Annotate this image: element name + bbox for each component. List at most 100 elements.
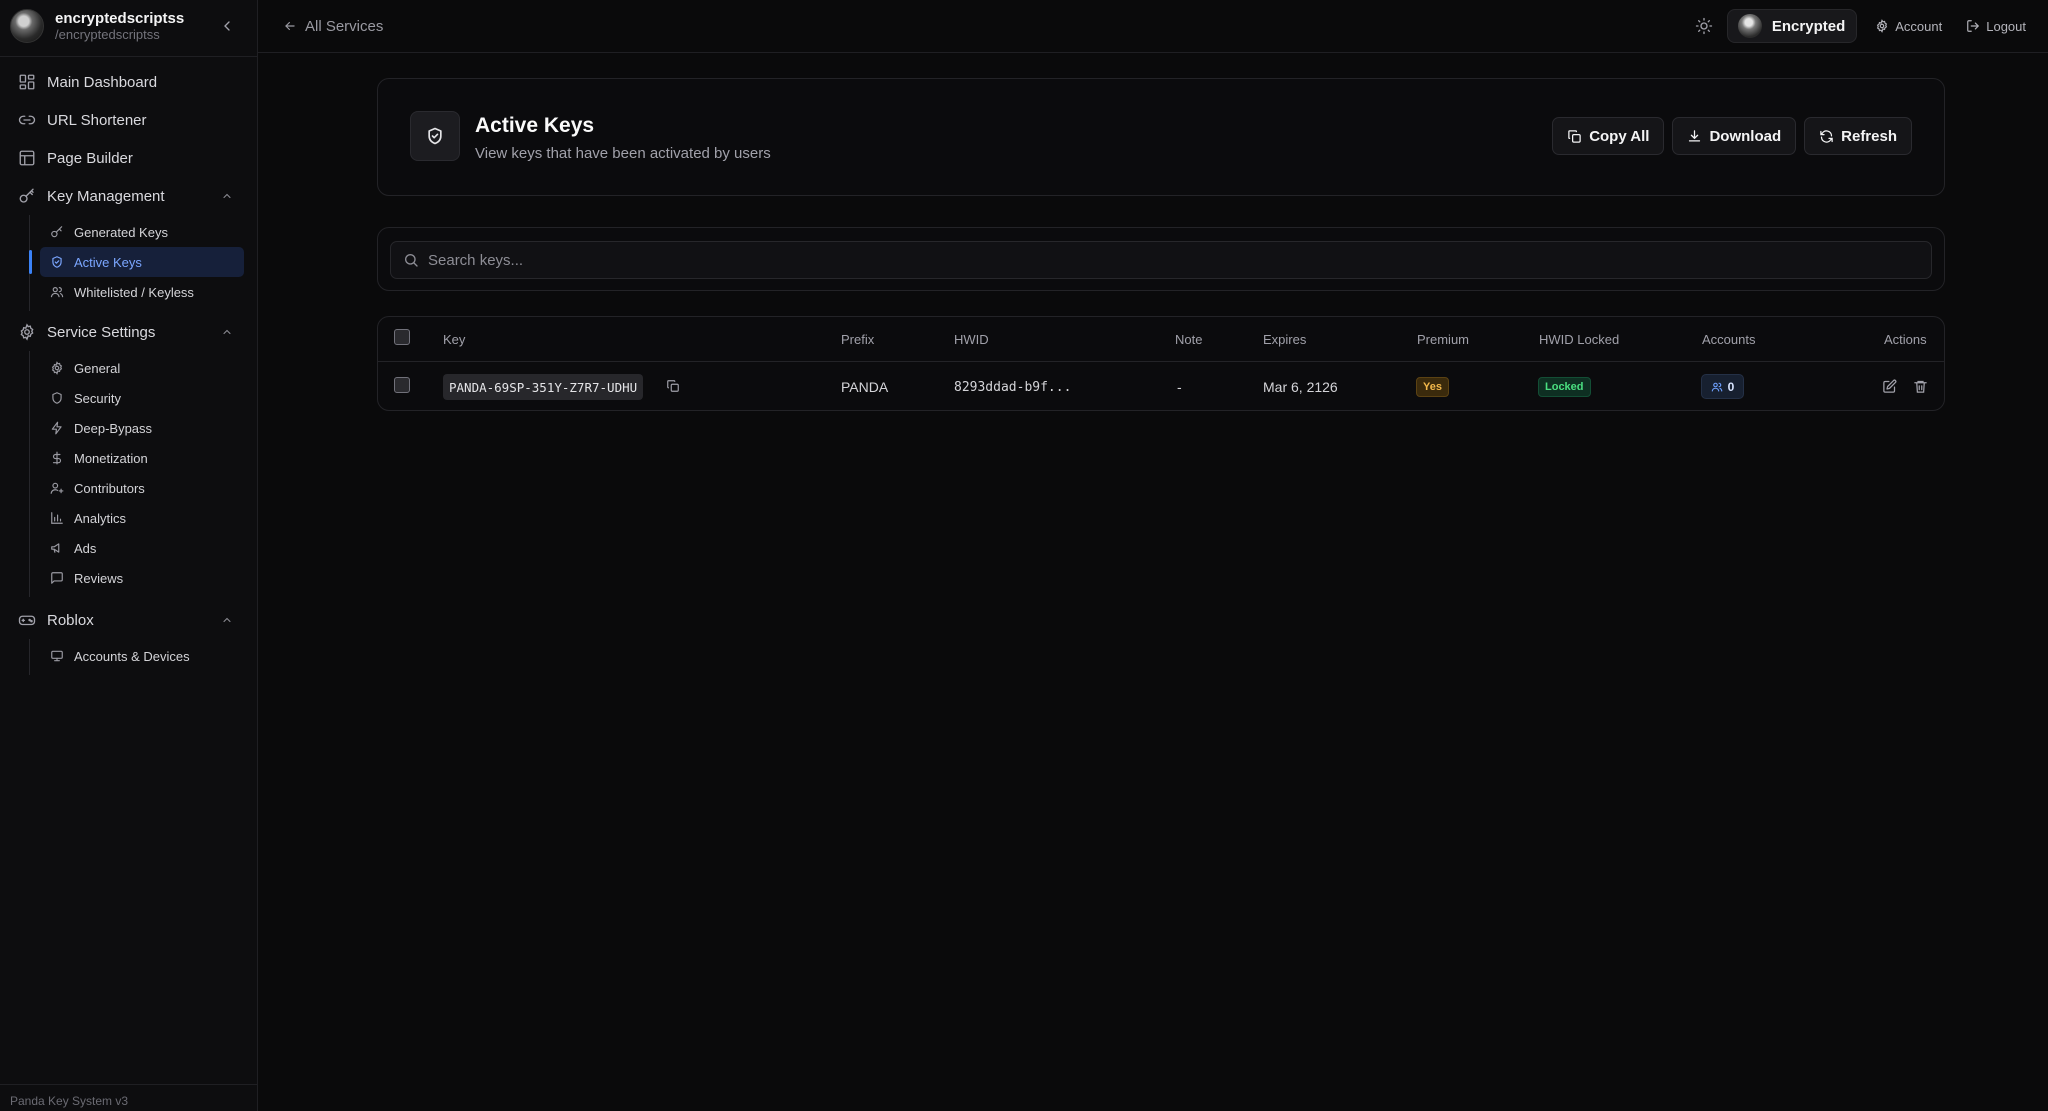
layout-icon bbox=[18, 149, 36, 167]
message-square-icon bbox=[50, 571, 64, 585]
logout-link-label: Logout bbox=[1986, 18, 2026, 34]
chevron-up-icon[interactable] bbox=[221, 614, 233, 626]
column-header-prefix: Prefix bbox=[841, 332, 875, 347]
zap-icon bbox=[50, 421, 64, 435]
refresh-label: Refresh bbox=[1841, 127, 1897, 145]
profile-name: Encrypted bbox=[1771, 17, 1846, 35]
megaphone-icon bbox=[50, 541, 64, 555]
sidebar-item-reviews[interactable]: Reviews bbox=[40, 563, 244, 593]
shield-check-icon bbox=[50, 255, 64, 269]
bar-chart-icon bbox=[50, 511, 64, 525]
sidebar-item-label: Whitelisted / Keyless bbox=[74, 284, 194, 300]
key-value[interactable]: PANDA-69SP-351Y-Z7R7-UDHU bbox=[443, 374, 644, 400]
sidebar-item-general[interactable]: General bbox=[40, 353, 244, 383]
edit-icon[interactable] bbox=[1882, 379, 1897, 394]
gamepad-icon bbox=[18, 611, 36, 629]
key-icon bbox=[50, 225, 64, 239]
gear-icon bbox=[50, 361, 64, 375]
copy-icon bbox=[1567, 129, 1582, 144]
sidebar-item-label: Deep-Bypass bbox=[74, 420, 153, 436]
topbar-actions: Encrypted Account Logout bbox=[1695, 9, 2026, 43]
column-header-key: Key bbox=[443, 332, 466, 347]
sidebar-item-page-builder[interactable]: Page Builder bbox=[0, 139, 257, 177]
key-management-submenu: Generated Keys Active Keys Whitelisted /… bbox=[29, 215, 257, 311]
sidebar-item-label: Ads bbox=[74, 540, 97, 556]
account-link[interactable]: Account bbox=[1875, 19, 1942, 34]
sidebar-item-generated-keys[interactable]: Generated Keys bbox=[40, 217, 244, 247]
download-icon bbox=[1687, 129, 1702, 144]
copy-all-button[interactable]: Copy All bbox=[1552, 117, 1665, 155]
sidebar-item-url-shortener[interactable]: URL Shortener bbox=[0, 101, 257, 139]
accounts-count: 0 bbox=[1727, 379, 1735, 394]
hwid-cell: 8293ddad-b9f... bbox=[954, 380, 1072, 395]
chevron-up-icon[interactable] bbox=[221, 326, 233, 338]
copy-all-label: Copy All bbox=[1589, 127, 1650, 145]
sidebar-item-label: Analytics bbox=[74, 510, 127, 526]
sidebar-item-label: Generated Keys bbox=[74, 224, 168, 240]
table-row: PANDA-69SP-351Y-Z7R7-UDHU PANDA 8293ddad… bbox=[378, 362, 1944, 412]
user-info: encryptedscriptss /encryptedscriptss bbox=[55, 10, 184, 43]
row-select-checkbox[interactable] bbox=[394, 377, 410, 393]
sun-icon[interactable] bbox=[1695, 17, 1713, 35]
sidebar-item-contributors[interactable]: Contributors bbox=[40, 473, 244, 503]
column-header-hwid-locked: HWID Locked bbox=[1539, 332, 1620, 347]
select-all-checkbox[interactable] bbox=[394, 329, 410, 345]
sidebar-item-label: Monetization bbox=[74, 450, 148, 466]
sidebar-item-deep-bypass[interactable]: Deep-Bypass bbox=[40, 413, 244, 443]
note-cell: - bbox=[1177, 379, 1182, 395]
sidebar-item-accounts-devices[interactable]: Accounts & Devices bbox=[40, 641, 244, 671]
sidebar-item-label: URL Shortener bbox=[47, 111, 147, 129]
user-plus-icon bbox=[50, 481, 64, 495]
sidebar-item-analytics[interactable]: Analytics bbox=[40, 503, 244, 533]
shield-icon bbox=[50, 391, 64, 405]
page-title: Active Keys bbox=[475, 114, 595, 137]
sidebar-item-whitelisted-keyless[interactable]: Whitelisted / Keyless bbox=[40, 277, 244, 307]
prefix-cell: PANDA bbox=[841, 379, 889, 395]
download-button[interactable]: Download bbox=[1672, 117, 1797, 155]
sidebar-item-main-dashboard[interactable]: Main Dashboard bbox=[0, 63, 257, 101]
monitor-icon bbox=[50, 649, 64, 663]
copy-icon[interactable] bbox=[666, 379, 680, 393]
accounts-count-button[interactable]: 0 bbox=[1701, 374, 1744, 399]
sidebar-item-active-keys[interactable]: Active Keys bbox=[29, 247, 244, 277]
back-to-all-services-link[interactable]: All Services bbox=[283, 18, 383, 35]
sidebar-item-monetization[interactable]: Monetization bbox=[40, 443, 244, 473]
user-handle: /encryptedscriptss bbox=[55, 26, 160, 42]
sidebar-footer: Panda Key System v3 bbox=[0, 1084, 257, 1111]
users-icon bbox=[1711, 381, 1723, 393]
sidebar-divider bbox=[0, 56, 257, 57]
keys-table: Key Prefix HWID Note Expires Premium HWI… bbox=[377, 316, 1945, 411]
avatar[interactable] bbox=[10, 9, 44, 43]
expires-cell: Mar 6, 2126 bbox=[1263, 379, 1338, 395]
arrow-left-icon bbox=[283, 19, 297, 33]
search-card bbox=[377, 227, 1945, 291]
sidebar: encryptedscriptss /encryptedscriptss Mai… bbox=[0, 0, 258, 1111]
topbar: All Services Encrypted Account Logout bbox=[258, 0, 2048, 53]
chevron-left-icon[interactable] bbox=[219, 18, 235, 34]
sidebar-group-roblox[interactable]: Roblox bbox=[0, 601, 257, 639]
sidebar-group-label: Roblox bbox=[47, 611, 94, 629]
page-subtitle: View keys that have been activated by us… bbox=[475, 145, 771, 162]
chevron-up-icon[interactable] bbox=[221, 190, 233, 202]
sidebar-item-label: Page Builder bbox=[47, 149, 133, 167]
sidebar-group-key-management[interactable]: Key Management bbox=[0, 177, 257, 215]
download-label: Download bbox=[1709, 127, 1782, 145]
trash-icon[interactable] bbox=[1913, 379, 1928, 394]
roblox-submenu: Accounts & Devices bbox=[29, 639, 257, 675]
column-header-premium: Premium bbox=[1417, 332, 1470, 347]
search-box[interactable] bbox=[390, 241, 1932, 279]
sidebar-item-ads[interactable]: Ads bbox=[40, 533, 244, 563]
sidebar-item-security[interactable]: Security bbox=[40, 383, 244, 413]
page-header-card: Active Keys View keys that have been act… bbox=[377, 78, 1945, 196]
refresh-button[interactable]: Refresh bbox=[1804, 117, 1912, 155]
sidebar-item-label: Main Dashboard bbox=[47, 73, 158, 91]
logout-link[interactable]: Logout bbox=[1966, 19, 2026, 34]
column-header-hwid: HWID bbox=[954, 332, 989, 347]
sidebar-item-label: Contributors bbox=[74, 480, 145, 496]
profile-menu-button[interactable]: Encrypted bbox=[1726, 9, 1858, 43]
column-header-expires: Expires bbox=[1263, 332, 1307, 347]
hwid-locked-badge: Locked bbox=[1538, 377, 1591, 397]
search-input[interactable] bbox=[428, 251, 1931, 269]
sidebar-group-service-settings[interactable]: Service Settings bbox=[0, 313, 257, 351]
column-header-note: Note bbox=[1175, 332, 1203, 347]
